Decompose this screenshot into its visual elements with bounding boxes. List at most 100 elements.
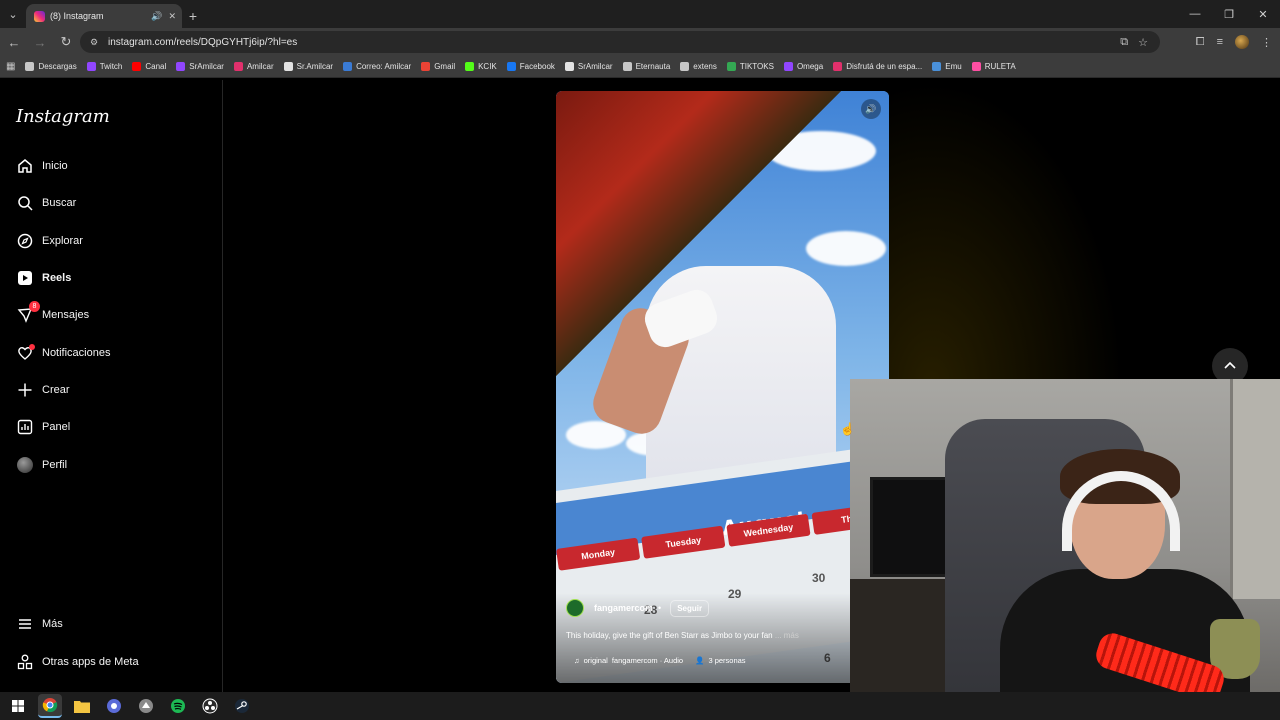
restore-button[interactable]: ❐ bbox=[1212, 0, 1246, 28]
people-icon: 👤 bbox=[695, 656, 705, 665]
tab-close-icon[interactable]: ✕ bbox=[168, 11, 176, 22]
bookmark-favicon-icon bbox=[622, 62, 632, 71]
reel-video[interactable]: August Monday Tuesday Wednesday Thurs 28… bbox=[556, 91, 889, 683]
audio-original: original bbox=[583, 656, 608, 665]
file-explorer-icon[interactable] bbox=[70, 694, 94, 718]
bookmark-favicon-icon bbox=[564, 62, 574, 71]
window-controls: — ❐ ✕ bbox=[1178, 0, 1280, 28]
bookmark-item[interactable]: extens bbox=[680, 62, 717, 71]
bookmark-item[interactable]: Twitch bbox=[86, 62, 122, 71]
bookmark-favicon-icon bbox=[971, 62, 981, 71]
sidebar-item-label: Notificaciones bbox=[42, 347, 111, 359]
chrome-taskbar-icon[interactable] bbox=[38, 694, 62, 718]
bookmark-label: Gmail bbox=[434, 62, 456, 71]
apps-grid-icon[interactable]: ▦ bbox=[6, 61, 15, 72]
bookmark-label: Omega bbox=[796, 62, 824, 71]
volume-icon[interactable]: 🔊 bbox=[861, 99, 881, 119]
caption-more-link[interactable]: ... más bbox=[775, 631, 799, 640]
bookmark-item[interactable]: Disfrutá de un espa... bbox=[833, 62, 922, 71]
tab-audio-icon[interactable]: 🔊 bbox=[151, 11, 162, 22]
bookmark-item[interactable]: Correo: Amilcar bbox=[343, 62, 411, 71]
forward-button[interactable]: → bbox=[28, 30, 52, 54]
bookmark-item[interactable]: Emu bbox=[932, 62, 962, 71]
extensions-icon[interactable]: ⧠ bbox=[1196, 36, 1205, 49]
address-bar[interactable]: ⚙ instagram.com/reels/DQpGYHTj6ip/?hl=es bbox=[80, 31, 1160, 53]
bookmark-item[interactable]: SrAmilcar bbox=[176, 62, 224, 71]
bookmark-star-icon[interactable]: ☆ bbox=[1138, 36, 1148, 49]
hand-cursor-icon: ☝ bbox=[840, 422, 855, 436]
profile-avatar-icon[interactable] bbox=[1235, 35, 1249, 49]
sidebar-item-panel[interactable]: Panel bbox=[16, 415, 70, 439]
bookmark-item[interactable]: RULETA bbox=[971, 62, 1016, 71]
menu-dots-icon[interactable]: ⋮ bbox=[1261, 36, 1272, 49]
reload-button[interactable]: ↻ bbox=[54, 30, 78, 54]
tab-search-button[interactable]: ⌄ bbox=[0, 0, 26, 28]
sidebar-item-meta-apps[interactable]: Otras apps de Meta bbox=[16, 650, 139, 674]
browser-tab-bar: ⌄ (8) Instagram 🔊 ✕ + — ❐ ✕ bbox=[0, 0, 1280, 28]
browser-tab-instagram[interactable]: (8) Instagram 🔊 ✕ bbox=[26, 4, 182, 28]
new-tab-button[interactable]: + bbox=[182, 4, 204, 28]
caption-text: This holiday, give the gift of Ben Starr… bbox=[566, 631, 773, 640]
bookmark-favicon-icon bbox=[783, 62, 793, 71]
media-control-icon[interactable]: ≡ bbox=[1217, 36, 1223, 48]
instagram-logo[interactable]: Instagram bbox=[16, 106, 110, 127]
music-note-icon: ♫ bbox=[574, 656, 580, 665]
sidebar-item-crear[interactable]: Crear bbox=[16, 378, 70, 402]
sidebar-item-reels[interactable]: Reels bbox=[16, 266, 71, 290]
sidebar-item-perfil[interactable]: Perfil bbox=[16, 453, 67, 477]
bookmark-item[interactable]: TIKTOKS bbox=[726, 62, 774, 71]
spotify-icon[interactable] bbox=[166, 694, 190, 718]
back-button[interactable]: ← bbox=[2, 30, 26, 54]
follow-button[interactable]: Seguir bbox=[670, 599, 710, 617]
bookmark-item[interactable]: Canal bbox=[132, 62, 166, 71]
reel-caption[interactable]: This holiday, give the gift of Ben Starr… bbox=[566, 631, 841, 640]
bookmark-favicon-icon bbox=[506, 62, 516, 71]
bookmark-label: Disfrutá de un espa... bbox=[846, 62, 923, 71]
windows-start-icon[interactable] bbox=[6, 694, 30, 718]
instagram-favicon-icon bbox=[34, 10, 45, 22]
audio-label: fangamercom · Audio bbox=[611, 656, 684, 665]
sidebar-item-mensajes[interactable]: 8 Mensajes bbox=[16, 301, 89, 327]
bookmark-item[interactable]: Sr.Amilcar bbox=[283, 62, 333, 71]
install-app-icon[interactable]: ⧉ bbox=[1120, 36, 1128, 49]
sidebar-item-notificaciones[interactable]: Notificaciones bbox=[16, 341, 110, 365]
minimize-button[interactable]: — bbox=[1178, 0, 1212, 28]
bookmark-label: Eternauta bbox=[635, 62, 671, 71]
dashboard-icon bbox=[16, 418, 34, 436]
obs-icon[interactable] bbox=[198, 694, 222, 718]
sidebar-item-label: Perfil bbox=[42, 459, 68, 471]
bookmark-favicon-icon bbox=[726, 62, 736, 71]
bookmark-item[interactable]: Omega bbox=[783, 62, 824, 71]
author-avatar[interactable] bbox=[566, 599, 584, 617]
sidebar-item-buscar[interactable]: Buscar bbox=[16, 191, 76, 215]
reel-audio[interactable]: ♫ original fangamercom · Audio 👤 3 perso… bbox=[574, 656, 746, 665]
bookmark-item[interactable]: Eternauta bbox=[622, 62, 671, 71]
sidebar-item-label: Panel bbox=[42, 421, 71, 433]
sidebar-item-explorar[interactable]: Explorar bbox=[16, 229, 83, 253]
calendar-number: 30 bbox=[812, 571, 826, 585]
bookmark-label: Facebook bbox=[519, 62, 555, 71]
author-name[interactable]: fangamercom bbox=[594, 603, 653, 613]
chrome-profile-taskbar-icon[interactable] bbox=[102, 694, 126, 718]
bookmark-label: Descargas bbox=[38, 62, 77, 71]
bookmark-item[interactable]: Facebook bbox=[506, 62, 555, 71]
sidebar-item-inicio[interactable]: Inicio bbox=[16, 154, 68, 178]
bookmark-item[interactable]: Amilcar bbox=[233, 62, 274, 71]
sidebar-item-mas[interactable]: Más bbox=[16, 612, 63, 636]
chevron-up-icon bbox=[1224, 361, 1236, 369]
site-info-icon[interactable]: ⚙ bbox=[90, 37, 101, 48]
bookmark-label: Correo: Amilcar bbox=[356, 62, 412, 71]
steam-icon[interactable] bbox=[230, 694, 254, 718]
bookmark-label: RULETA bbox=[984, 62, 1016, 71]
app-taskbar-icon[interactable] bbox=[134, 694, 158, 718]
hamburger-menu-icon bbox=[16, 615, 34, 633]
bookmark-favicon-icon bbox=[833, 62, 843, 71]
bookmark-item[interactable]: SrAmilcar bbox=[564, 62, 613, 71]
bookmark-item[interactable]: KCIK bbox=[465, 62, 497, 71]
bookmark-favicon-icon bbox=[680, 62, 690, 71]
bookmark-item[interactable]: Descargas bbox=[25, 62, 77, 71]
heart-icon bbox=[16, 344, 35, 362]
bookmark-item[interactable]: Gmail bbox=[421, 62, 455, 71]
people-count[interactable]: 3 personas bbox=[708, 656, 745, 665]
close-window-button[interactable]: ✕ bbox=[1246, 0, 1280, 28]
